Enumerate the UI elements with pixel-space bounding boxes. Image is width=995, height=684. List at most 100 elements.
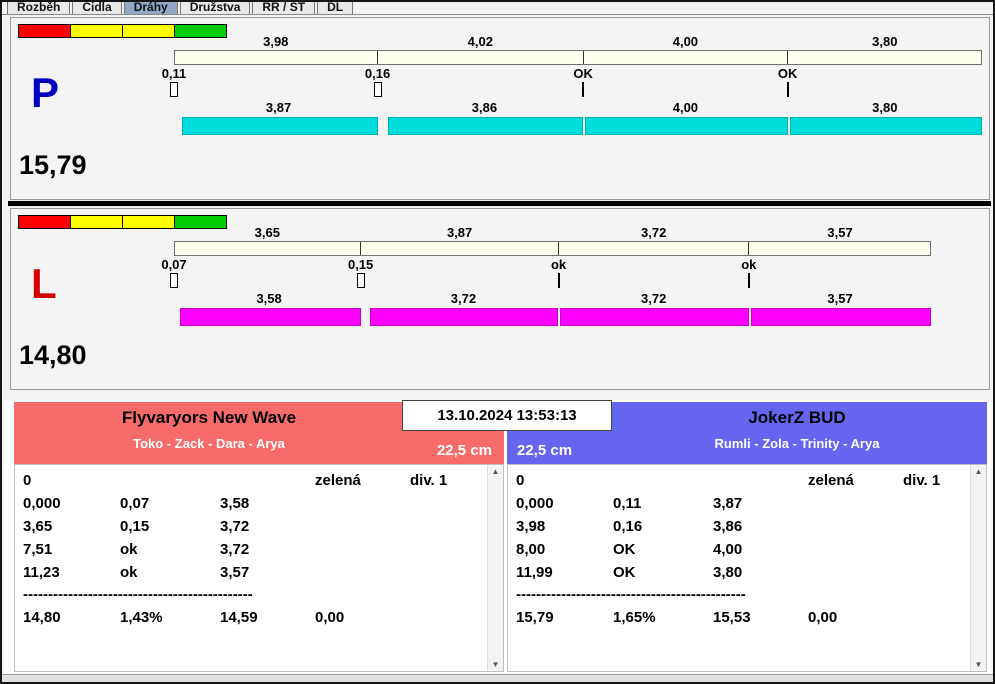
data-cell <box>903 492 966 515</box>
data-cell: div. 1 <box>410 472 448 489</box>
split-bar-segment <box>377 51 582 64</box>
start-delay-label: OK <box>573 66 593 81</box>
data-cell: 3,87 <box>713 495 743 512</box>
start-marker-line-icon <box>557 273 560 288</box>
data-cell: 0,000 <box>516 495 554 512</box>
tab-dl[interactable]: DL <box>317 2 354 14</box>
scroll-up-icon[interactable]: ▲ <box>492 467 500 476</box>
data-cell: 15,79 <box>516 609 554 626</box>
start-delay-label: ok <box>550 257 567 272</box>
data-cell: 3,65 <box>23 518 53 535</box>
tab-družstva[interactable]: Družstva <box>179 2 251 14</box>
tab-čidla[interactable]: Čidla <box>72 2 122 14</box>
start-delay-label: 0,11 <box>161 66 187 81</box>
gap <box>174 117 180 135</box>
traffic-light-cell <box>18 215 71 229</box>
data-cell: OK <box>613 564 636 581</box>
gap <box>174 308 178 326</box>
result-row: 3,98 0,16 3,86 <box>516 515 966 538</box>
start-delay-label: 0,07 <box>161 257 187 272</box>
data-cell: 0,000 <box>23 495 61 512</box>
data-cell: 7,51 <box>23 541 53 558</box>
data-cell <box>613 469 713 492</box>
split-bar-segment <box>558 242 748 255</box>
team-results-left: 0 zelená div. 1 0,000 0,07 3,58 3,65 0,15 3,72 7,… <box>14 464 504 672</box>
data-cell <box>315 492 410 515</box>
scroll-up-icon[interactable]: ▲ <box>975 467 983 476</box>
totals-row: 15,79 1,65% 15,53 0,00 <box>516 606 966 629</box>
run-bar-segment <box>370 308 559 326</box>
tab-label: RR / ST <box>262 2 306 14</box>
scroll-down-icon[interactable]: ▼ <box>975 660 983 669</box>
datetime-display: 13.10.2024 13:53:13 <box>402 400 612 431</box>
run-time: 3,86 <box>471 100 498 115</box>
lane-bar-scale: 3,65 3,87 3,72 3,57 0,07 0,15 ok ok 3,58 3,72 3,… <box>161 225 932 326</box>
data-cell: 0 <box>516 472 525 489</box>
data-cell <box>410 561 483 584</box>
run-bar-segment <box>750 308 932 326</box>
data-cell: 3,98 <box>516 518 546 535</box>
data-cell: 4,00 <box>713 541 743 558</box>
start-marker-line-icon <box>582 82 585 97</box>
results-grid: 0 zelená div. 1 0,000 0,11 3,87 3,98 0,16 3,86 8,… <box>516 469 966 629</box>
data-cell <box>713 469 808 492</box>
segment-time: 3,87 <box>446 225 473 240</box>
teams-section: Flyvaryors New Wave Toko - Zack - Dara -… <box>4 400 991 674</box>
status-row: 0 zelená div. 1 <box>23 469 483 492</box>
start-labels-row: 0,11 0,16 OK OK <box>162 66 982 81</box>
traffic-light-cell <box>70 215 123 229</box>
start-labels-row: 0,07 0,15 ok ok <box>161 257 931 272</box>
tab-rozběh[interactable]: Rozběh <box>7 2 71 14</box>
tab-label: Čidla <box>82 2 112 14</box>
run-time: 3,87 <box>265 100 292 115</box>
data-cell <box>315 561 410 584</box>
tab-label: Družstva <box>189 2 241 14</box>
result-row: 8,00 OK 4,00 <box>516 538 966 561</box>
tab-rr-st[interactable]: RR / ST <box>252 2 316 14</box>
split-bar-segment <box>582 51 787 64</box>
data-cell: 15,53 <box>713 609 751 626</box>
traffic-light-cell <box>122 215 175 229</box>
team-dogs: Toko - Zack - Dara - Arya <box>133 436 285 451</box>
run-times-row: 3,87 3,86 4,00 3,80 <box>174 100 982 116</box>
data-cell: 0,15 <box>120 518 150 535</box>
run-bar <box>174 308 932 326</box>
tab-dráhy[interactable]: Dráhy <box>123 2 178 14</box>
traffic-light-cell <box>18 24 71 38</box>
data-cell: 1,65% <box>613 609 656 626</box>
start-delay-label: 0,15 <box>347 257 374 272</box>
run-time: 3,72 <box>450 291 477 306</box>
separator-row: ----------------------------------------… <box>516 586 746 603</box>
data-cell: 3,72 <box>220 518 250 535</box>
gap <box>378 117 386 135</box>
data-cell <box>903 561 966 584</box>
run-time: 3,57 <box>827 291 853 306</box>
data-cell: 3,72 <box>220 541 250 558</box>
vertical-scrollbar[interactable]: ▲ ▼ <box>970 465 986 671</box>
data-cell: ok <box>120 564 138 581</box>
segment-time: 3,65 <box>254 225 280 240</box>
segment-time: 3,98 <box>263 34 289 49</box>
start-delay-label: OK <box>777 66 798 81</box>
data-cell: zelená <box>315 472 361 489</box>
vertical-scrollbar[interactable]: ▲ ▼ <box>487 465 503 671</box>
status-row: 0 zelená div. 1 <box>516 469 966 492</box>
segment-time: 4,02 <box>467 34 493 49</box>
data-cell <box>410 538 483 561</box>
scroll-down-icon[interactable]: ▼ <box>492 660 500 669</box>
segment-time: 3,72 <box>641 225 667 240</box>
tab-label: Dráhy <box>133 2 168 14</box>
data-cell <box>808 492 903 515</box>
data-cell <box>808 538 903 561</box>
start-marker-line-icon <box>786 82 789 97</box>
result-row: 7,51 ok 3,72 <box>23 538 483 561</box>
start-delay-label: 0,16 <box>364 66 391 81</box>
run-bar-segment <box>585 117 788 135</box>
segment-time: 3,80 <box>872 34 898 49</box>
data-cell: 14,59 <box>220 609 258 626</box>
data-cell: 11,23 <box>23 564 60 581</box>
data-cell: 0,16 <box>613 518 643 535</box>
lane-bar-scale: 3,98 4,02 4,00 3,80 0,11 0,16 OK OK 3,87 3,86 4,… <box>162 34 982 135</box>
data-cell: zelená <box>808 472 854 489</box>
split-bar-segment <box>175 242 360 255</box>
